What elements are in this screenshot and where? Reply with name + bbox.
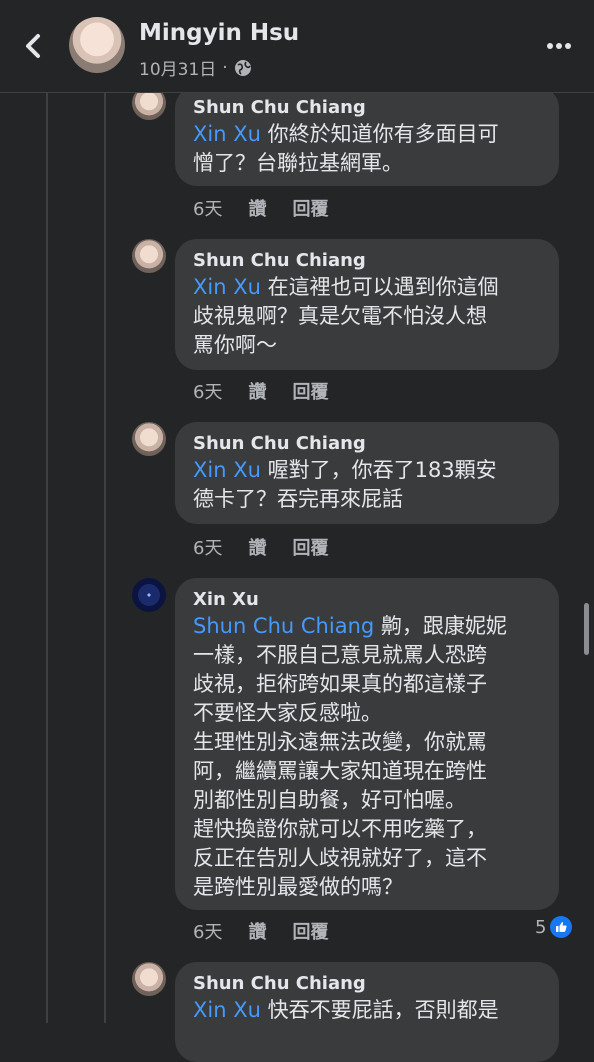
post-meta: 10月31日 · (139, 55, 252, 80)
comment-text: Xin Xu 你終於知道你有多面目可 憎了？台聯拉基網軍。 (193, 122, 499, 175)
comment-time[interactable]: 6天 (193, 918, 222, 944)
comment-time[interactable]: 6天 (193, 378, 222, 404)
thread-line-inner (104, 92, 106, 1023)
comment-bubble: Shun Chu Chiang Xin Xu 你終於知道你有多面目可 憎了？台聯… (175, 86, 559, 186)
mention-link[interactable]: Shun Chu Chiang (193, 614, 374, 638)
comment-actions: 6天 讚 回覆 (193, 918, 354, 944)
more-options-icon[interactable] (546, 42, 572, 50)
author-avatar[interactable] (69, 17, 125, 73)
like-button[interactable]: 讚 (248, 195, 266, 221)
commenter-avatar[interactable] (132, 962, 166, 996)
comment-actions: 6天 讚 回覆 (193, 195, 354, 221)
commenter-avatar[interactable] (132, 422, 166, 456)
comment-bubble: Xin Xu Shun Chu Chiang 齁，跟康妮妮 一樣，不服自己意見就… (175, 578, 559, 910)
comment-author[interactable]: Shun Chu Chiang (193, 432, 543, 456)
reaction-summary[interactable]: 5 (535, 916, 573, 938)
comment-time[interactable]: 6天 (193, 195, 222, 221)
comment-bubble: Shun Chu Chiang Xin Xu 喔對了，你吞了183顆安 德卡了？… (175, 422, 559, 524)
mention-link[interactable]: Xin Xu (193, 998, 261, 1022)
meta-separator: · (222, 57, 228, 78)
reply-button[interactable]: 回覆 (292, 195, 328, 221)
like-button[interactable]: 讚 (248, 918, 266, 944)
post-header: Mingyin Hsu 10月31日 · (0, 0, 594, 93)
globe-icon (234, 59, 251, 76)
thumbs-up-icon (550, 916, 573, 938)
comment-text: Xin Xu 快吞不要屁話，否則都是 (193, 998, 499, 1022)
comment-time[interactable]: 6天 (193, 534, 222, 560)
comment-text: Shun Chu Chiang 齁，跟康妮妮 一樣，不服自己意見就罵人恐跨 歧視… (193, 614, 507, 899)
scrollbar[interactable] (584, 603, 589, 655)
back-arrow-icon[interactable] (22, 30, 46, 62)
like-button[interactable]: 讚 (248, 534, 266, 560)
comment-author[interactable]: Shun Chu Chiang (193, 249, 543, 273)
comment-text: Xin Xu 喔對了，你吞了183顆安 德卡了？吞完再來屁話 (193, 458, 497, 511)
mention-link[interactable]: Xin Xu (193, 122, 261, 146)
reply-button[interactable]: 回覆 (292, 534, 328, 560)
commenter-avatar[interactable] (132, 239, 166, 273)
comment-author[interactable]: Xin Xu (193, 588, 543, 612)
mention-link[interactable]: Xin Xu (193, 275, 261, 299)
comment-actions: 6天 讚 回覆 (193, 534, 354, 560)
like-button[interactable]: 讚 (248, 378, 266, 404)
commenter-avatar[interactable] (132, 578, 166, 612)
mention-link[interactable]: Xin Xu (193, 458, 261, 482)
reaction-count: 5 (535, 916, 547, 938)
comment-text: Xin Xu 在這裡也可以遇到你這個 歧視鬼啊？真是欠電不怕沒人想 罵你啊～ (193, 275, 499, 357)
author-name[interactable]: Mingyin Hsu (139, 20, 299, 46)
comment-author[interactable]: Shun Chu Chiang (193, 96, 543, 120)
comment-bubble: Shun Chu Chiang Xin Xu 在這裡也可以遇到你這個 歧視鬼啊？… (175, 239, 559, 370)
comment-actions: 6天 讚 回覆 (193, 378, 354, 404)
thread-line-outer (46, 92, 48, 1023)
comment-author[interactable]: Shun Chu Chiang (193, 972, 543, 996)
reply-button[interactable]: 回覆 (292, 378, 328, 404)
post-date[interactable]: 10月31日 (139, 55, 216, 80)
reply-button[interactable]: 回覆 (292, 918, 328, 944)
comment-bubble: Shun Chu Chiang Xin Xu 快吞不要屁話，否則都是 (175, 962, 559, 1062)
